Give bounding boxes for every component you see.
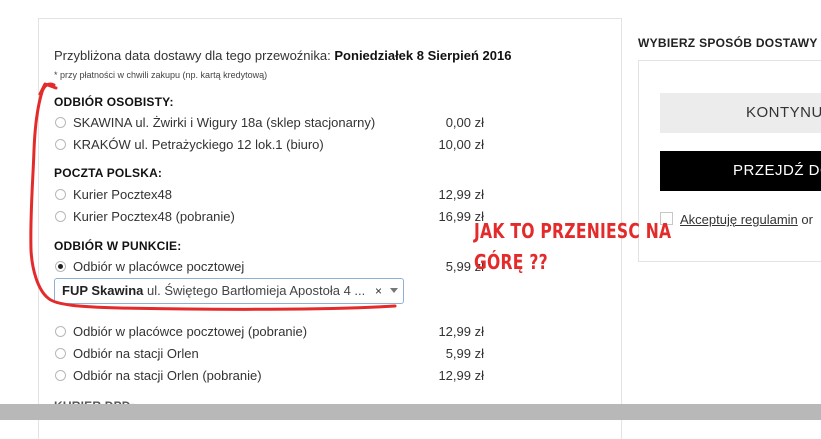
annotation-line-1: JAK TO PRZENIESC NA: [474, 219, 672, 243]
option-price-post-office: 5,99 zł: [445, 259, 484, 274]
annotation-text: JAK TO PRZENIESC NA GÓRĘ ??: [474, 216, 671, 278]
option-price-pocztex48: 12,99 zł: [438, 187, 484, 202]
option-label-pocztex48-cod[interactable]: Kurier Pocztex48 (pobranie): [73, 209, 235, 224]
proceed-button[interactable]: PRZEJDŹ DO: [660, 151, 821, 191]
option-price-krakow: 10,00 zł: [438, 137, 484, 152]
select-office-address: ul. Świętego Bartłomieja Apostoła 4 ...: [143, 283, 366, 298]
option-price-orlen-cod: 12,99 zł: [438, 368, 484, 383]
terms-suffix: or: [797, 212, 813, 227]
section-title-pickup-point: ODBIÓR W PUNKCIE:: [54, 239, 182, 253]
option-label-pocztex48[interactable]: Kurier Pocztex48: [73, 187, 172, 202]
radio-krakow[interactable]: [55, 139, 66, 150]
radio-pocztex48[interactable]: [55, 189, 66, 200]
payment-note: * przy płatności w chwili zakupu (np. ka…: [54, 70, 268, 80]
bottom-overlay-bar: [0, 404, 821, 420]
post-office-select[interactable]: FUP Skawina ul. Świętego Bartłomieja Apo…: [54, 278, 404, 304]
radio-orlen-cod[interactable]: [55, 370, 66, 381]
eta-label: Przybliżona data dostawy dla tego przewo…: [54, 48, 331, 63]
option-label-orlen-cod[interactable]: Odbiór na stacji Orlen (pobranie): [73, 368, 262, 383]
radio-orlen[interactable]: [55, 348, 66, 359]
radio-pocztex48-cod[interactable]: [55, 211, 66, 222]
option-price-orlen: 5,99 zł: [445, 346, 484, 361]
sidebar-title: WYBIERZ SPOSÓB DOSTAWY: [638, 36, 818, 50]
delivery-eta: Przybliżona data dostawy dla tego przewo…: [54, 48, 511, 63]
option-price-pocztex48-cod: 16,99 zł: [438, 209, 484, 224]
eta-date: Poniedziałek 8 Sierpień 2016: [334, 48, 512, 63]
option-label-skawina[interactable]: SKAWINA ul. Żwirki i Wigury 18a (sklep s…: [73, 115, 375, 130]
terms-link[interactable]: Akceptuję regulamin: [680, 212, 798, 227]
option-price-post-office-cod: 12,99 zł: [438, 324, 484, 339]
select-clear-icon[interactable]: ×: [375, 284, 382, 298]
option-label-post-office[interactable]: Odbiór w placówce pocztowej: [73, 259, 244, 274]
annotation-line-2: GÓRĘ ??: [474, 250, 548, 274]
select-office-name: FUP Skawina: [62, 283, 144, 298]
radio-post-office[interactable]: [55, 261, 66, 272]
section-title-pickup: ODBIÓR OSOBISTY:: [54, 95, 174, 109]
section-title-poczta: POCZTA POLSKA:: [54, 166, 163, 180]
radio-post-office-cod[interactable]: [55, 326, 66, 337]
continue-button[interactable]: KONTYNUUJ: [660, 93, 821, 133]
option-label-orlen[interactable]: Odbiór na stacji Orlen: [73, 346, 199, 361]
chevron-down-icon[interactable]: [390, 288, 398, 293]
radio-skawina[interactable]: [55, 117, 66, 128]
option-label-krakow[interactable]: KRAKÓW ul. Petrażyckiego 12 lok.1 (biuro…: [73, 137, 324, 152]
option-label-post-office-cod[interactable]: Odbiór w placówce pocztowej (pobranie): [73, 324, 307, 339]
terms-text: Akceptuję regulamin or: [680, 212, 813, 227]
option-price-skawina: 0,00 zł: [445, 115, 484, 130]
